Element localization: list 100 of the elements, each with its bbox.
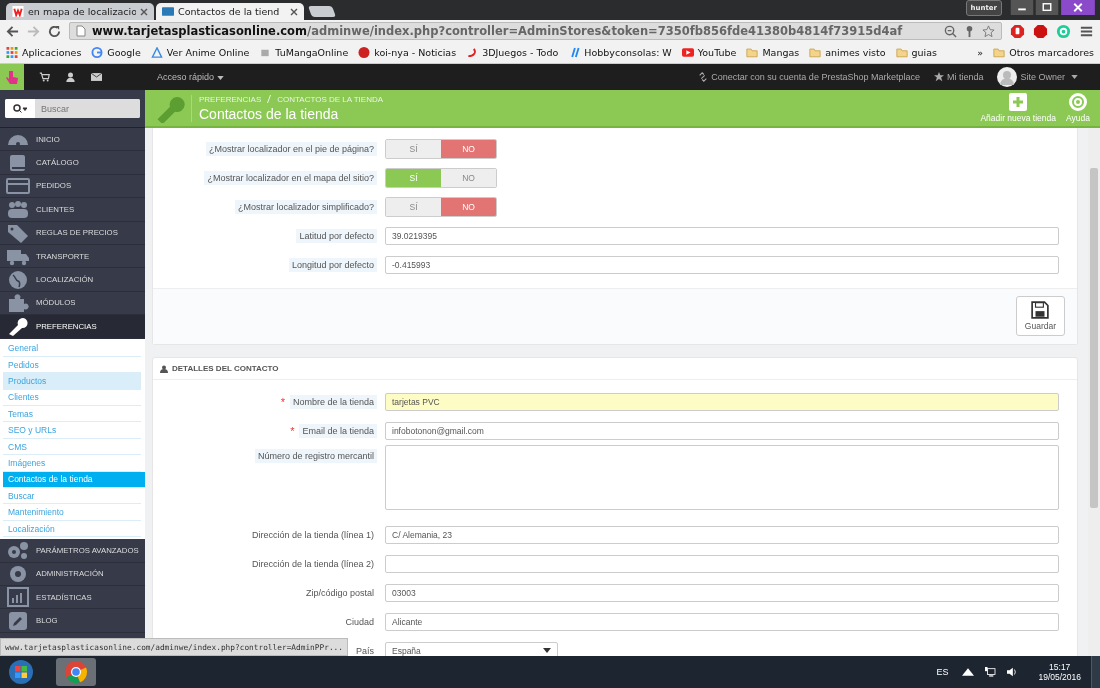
search-field[interactable]: Buscar [5, 99, 140, 118]
plus-icon [1009, 93, 1028, 111]
language-indicator[interactable]: ES [936, 667, 949, 677]
search-options-button[interactable] [5, 99, 35, 118]
minimize-icon[interactable] [1010, 0, 1034, 15]
text-field[interactable]: 03003 [385, 583, 1059, 602]
network-icon[interactable] [984, 667, 997, 677]
caret-icon [543, 648, 551, 653]
more-bookmarks-button[interactable]: » [977, 47, 984, 58]
field-label: ¿Mostrar localizador en el mapa del sitio? [204, 170, 377, 185]
close-icon[interactable] [290, 7, 298, 16]
tag-icon [6, 222, 30, 243]
text-field[interactable]: Alicante [385, 612, 1059, 631]
hand-stop-icon[interactable] [1010, 23, 1025, 39]
text-field[interactable]: -0.415993 [385, 255, 1059, 274]
field-label: Dirección de la tienda (línea 2) [250, 557, 375, 571]
bookmark[interactable]: Google [91, 47, 141, 58]
bookmark[interactable]: Aplicaciones [6, 47, 82, 58]
restore-icon[interactable] [1035, 0, 1059, 15]
bookmark[interactable]: YouTube [681, 47, 737, 58]
breadcrumb-separator-icon [267, 94, 272, 103]
globe-icon [6, 269, 30, 290]
star-icon [933, 72, 944, 82]
folder-icon [746, 47, 759, 58]
browser-tab[interactable]: en mapa de localizacio [6, 3, 154, 20]
bookmark[interactable]: Ver Anime Online [150, 47, 250, 58]
required-mark: * [290, 424, 295, 437]
pencil-icon [6, 610, 30, 631]
field-label: Número de registro mercantil [254, 449, 377, 463]
back-icon[interactable] [6, 24, 19, 38]
star-icon[interactable] [982, 24, 995, 38]
bookmark[interactable]: 3DJuegos - Todo [466, 47, 559, 58]
speaker-icon[interactable] [1006, 667, 1019, 677]
clock[interactable]: 15:17 19/05/2016 [1038, 662, 1081, 682]
bookmark[interactable]: TuMangaOnline [259, 47, 349, 58]
country-select[interactable]: España [385, 641, 558, 656]
save-button[interactable]: Guardar [1015, 296, 1065, 336]
tab-title: Contactos de la tiend [178, 6, 281, 17]
folder-icon [895, 47, 908, 58]
address-field[interactable]: www.tarjetasplasticasonline.com/adminwe/index.php?controller=AdminStores&token=7350fb856fde41380b4814f73915d4af [69, 22, 1002, 40]
bookmark[interactable]: Mangas [746, 47, 800, 58]
field-label: Latitud por defecto [296, 228, 377, 243]
caret-icon [1071, 75, 1078, 79]
field-label: País [355, 644, 375, 656]
text-field[interactable]: 39.0219395 [385, 226, 1059, 245]
caret-up-icon[interactable] [962, 667, 975, 677]
user-icon[interactable] [65, 72, 76, 82]
triangle-icon [150, 47, 163, 58]
field-label: Dirección de la tienda (línea 1) [250, 528, 375, 542]
user-menu[interactable]: Site Owner [997, 67, 1078, 87]
panel-title: DETALLES DEL CONTACTO [172, 364, 279, 373]
bookmark[interactable]: guias [895, 47, 938, 58]
card-icon [162, 6, 174, 17]
reload-icon[interactable] [48, 24, 61, 38]
browser-tab[interactable]: Contactos de la tiend [156, 3, 304, 20]
chart-icon [6, 587, 30, 608]
field-label: Nombre de la tienda [289, 394, 377, 409]
circle-logo-icon [358, 47, 371, 58]
bookmark[interactable]: koi-nya - Noticias [358, 47, 457, 58]
cart-icon[interactable] [39, 72, 50, 82]
quick-access-menu[interactable]: Acceso rápido [157, 72, 225, 82]
field-label: Ciudad [344, 615, 375, 629]
mail-icon[interactable] [91, 72, 102, 82]
field-label: Email de la tienda [299, 423, 377, 438]
tab-title: en mapa de localizacio [28, 6, 136, 17]
field-label: Zip/código postal [304, 586, 375, 600]
lifebuoy-icon [1069, 93, 1087, 111]
page-title: Contactos de la tienda [199, 105, 340, 122]
bookmark[interactable]: Hobbyconsolas: W [568, 47, 672, 58]
slashes-icon [568, 47, 581, 58]
avatar-icon [997, 67, 1018, 87]
link-icon [698, 72, 709, 82]
folder-icon [809, 47, 822, 58]
swirl-icon [466, 47, 479, 58]
text-field[interactable]: C/ Alemania, 23 [385, 525, 1059, 544]
w-logo-icon [12, 6, 24, 17]
field-label: ¿Mostrar localizador simplificado? [234, 199, 377, 214]
new-tab-button[interactable] [308, 6, 336, 17]
card-icon [6, 175, 30, 196]
abp-icon[interactable] [1033, 23, 1048, 39]
close-icon[interactable] [1060, 0, 1096, 15]
scrollbar[interactable] [1088, 128, 1100, 656]
bookmark[interactable]: animes visto [809, 47, 886, 58]
my-store-link[interactable]: Mi tienda [933, 72, 984, 82]
g-logo-icon [91, 47, 104, 58]
marketplace-link[interactable]: Conectar con su cuenta de PrestaShop Marketplace [698, 72, 920, 82]
text-field[interactable]: tarjetas PVC [385, 392, 1059, 411]
other-bookmarks[interactable]: Otros marcadores [993, 47, 1094, 58]
field-label: Longitud por defecto [288, 257, 377, 272]
chrome-taskbar-button[interactable] [56, 658, 96, 686]
puzzle-icon [6, 292, 30, 313]
text-field[interactable]: infobotonon@gmail.com [385, 421, 1059, 440]
user-icon [160, 364, 168, 373]
field-label: ¿Mostrar localizador en el pie de página? [205, 141, 377, 156]
text-field[interactable] [385, 554, 1059, 573]
grid-icon [6, 47, 18, 58]
people-icon [6, 199, 30, 220]
zoom-icon[interactable] [944, 24, 957, 38]
caret-icon [217, 76, 225, 80]
play-icon [681, 47, 694, 58]
